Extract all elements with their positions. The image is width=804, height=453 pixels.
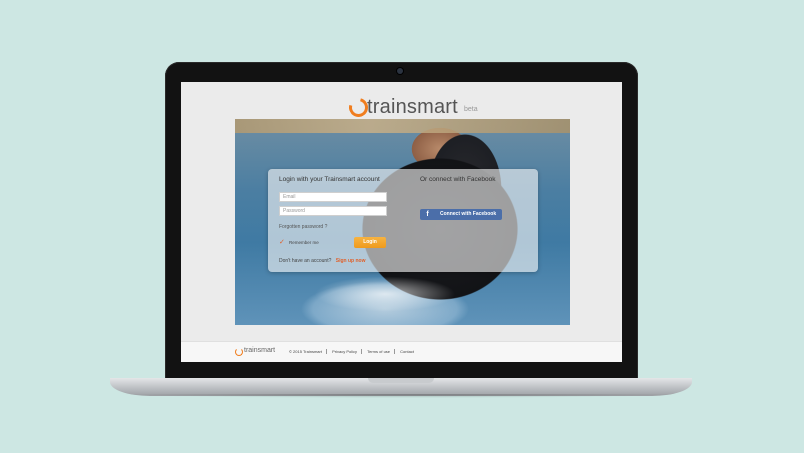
signup-link[interactable]: Sign up now xyxy=(336,258,366,264)
login-title: Login with your Trainsmart account xyxy=(279,176,380,183)
camera-icon xyxy=(397,68,403,74)
footer: trainsmart © 2015 Trainsmart Privacy Pol… xyxy=(181,341,622,362)
laptop-lid: trainsmart beta Login with your Trainsma… xyxy=(165,62,638,380)
hero-image-swimmer: Login with your Trainsmart account Email… xyxy=(235,119,570,329)
footer-logo-icon xyxy=(235,348,243,356)
footer-brand[interactable]: trainsmart xyxy=(244,347,275,354)
signup-row: Don't have an account? Sign up now xyxy=(279,258,366,264)
forgot-password-link[interactable]: Forgotten password ? xyxy=(279,224,327,230)
footer-links: © 2015 Trainsmart Privacy Policy Terms o… xyxy=(285,349,418,354)
screen: trainsmart beta Login with your Trainsma… xyxy=(181,82,622,362)
password-field[interactable]: Password xyxy=(279,206,387,216)
footer-link-privacy[interactable]: Privacy Policy xyxy=(328,349,362,354)
checkmark-icon: ✓ xyxy=(279,239,285,246)
facebook-button-label: Connect with Facebook xyxy=(440,211,497,217)
login-panel: Login with your Trainsmart account Email… xyxy=(268,169,538,272)
signup-prompt: Don't have an account? xyxy=(279,258,332,264)
login-button[interactable]: Login xyxy=(354,237,386,248)
email-field[interactable]: Email xyxy=(279,192,387,202)
facebook-icon: f xyxy=(426,211,429,218)
connect-facebook-button[interactable]: f Connect with Facebook xyxy=(420,209,502,220)
footer-link-terms[interactable]: Terms of use xyxy=(363,349,396,354)
brand-name: trainsmart xyxy=(367,96,458,118)
laptop-notch xyxy=(368,378,434,383)
brand-beta-tag: beta xyxy=(464,106,478,113)
facebook-title: Or connect with Facebook xyxy=(420,176,496,183)
water-splash xyxy=(285,269,485,319)
laptop-shadow xyxy=(120,394,682,402)
footer-copyright: © 2015 Trainsmart xyxy=(285,349,327,354)
header-logo[interactable]: trainsmart beta xyxy=(181,94,622,121)
footer-link-contact[interactable]: Contact xyxy=(396,349,418,354)
remember-me-label: Remember me xyxy=(289,240,319,245)
